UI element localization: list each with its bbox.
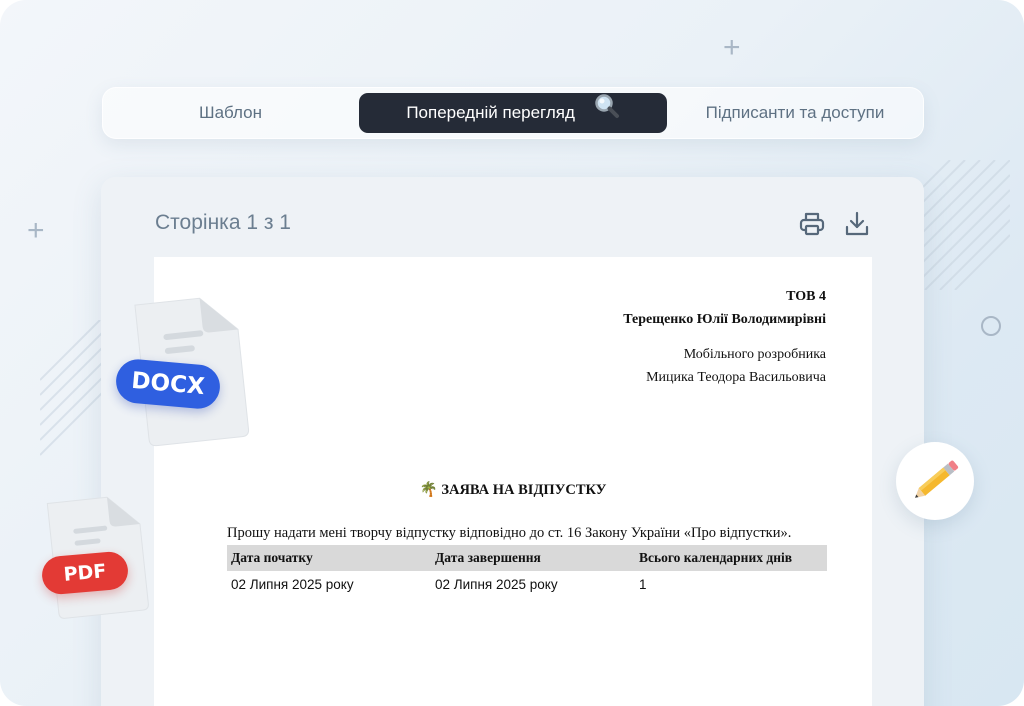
table-header-row: Дата початку Дата завершення Всього кале…	[227, 545, 827, 571]
plus-decoration-icon: +	[723, 31, 741, 64]
view-tabs: Шаблон Попередній перегляд Підписанти та…	[102, 87, 924, 139]
download-button[interactable]	[842, 209, 872, 239]
document-title-text: ЗАЯВА НА ВІДПУСТКУ	[441, 482, 607, 498]
recipient-name: Терещенко Юлії Володимирівні	[623, 312, 826, 327]
document-body: Прошу надати мені творчу відпустку відпо…	[227, 525, 792, 541]
plus-decoration-icon: +	[27, 214, 45, 247]
docx-file-card: DOCX	[112, 290, 262, 450]
table-row: 02 Липня 2025 року 02 Липня 2025 року 1	[227, 571, 827, 598]
tab-preview[interactable]: Попередній перегляд	[359, 93, 667, 133]
vacation-table: Дата початку Дата завершення Всього кале…	[227, 545, 827, 598]
tab-preview-label: Попередній перегляд	[406, 103, 575, 122]
pencil-icon	[915, 460, 959, 498]
table-cell: 02 Липня 2025 року	[231, 577, 354, 592]
table-header-cell: Всього календарних днів	[635, 545, 827, 571]
tab-template[interactable]: Шаблон	[103, 93, 358, 133]
table-header-cell: Дата завершення	[431, 545, 635, 571]
printer-icon	[799, 212, 825, 236]
table-header-cell: Дата початку	[227, 545, 431, 571]
company-name: ТОВ 4	[786, 289, 826, 304]
magnifier-icon	[594, 93, 620, 134]
table-cell: 1	[639, 577, 647, 592]
background: + + Шаблон Попередній перегляд Підписант…	[0, 0, 1024, 706]
sender-name: Мицика Теодора Васильовича	[646, 370, 826, 385]
tab-template-label: Шаблон	[199, 103, 262, 122]
tab-signers-access-label: Підписанти та доступи	[705, 103, 885, 122]
edit-button[interactable]	[896, 442, 974, 520]
tab-signers-access[interactable]: Підписанти та доступи	[667, 93, 923, 133]
table-cell: 02 Липня 2025 року	[435, 577, 558, 592]
pdf-file-card: PDF	[38, 490, 168, 620]
print-button[interactable]	[797, 209, 827, 239]
download-icon	[845, 211, 869, 236]
palm-tree-icon: 🌴	[419, 482, 438, 498]
page-counter: Сторінка 1 з 1	[155, 211, 291, 234]
circle-decoration-icon	[981, 316, 1001, 336]
sender-position: Мобільного розробника	[683, 347, 826, 362]
document-title: 🌴 ЗАЯВА НА ВІДПУСТКУ	[154, 481, 872, 499]
